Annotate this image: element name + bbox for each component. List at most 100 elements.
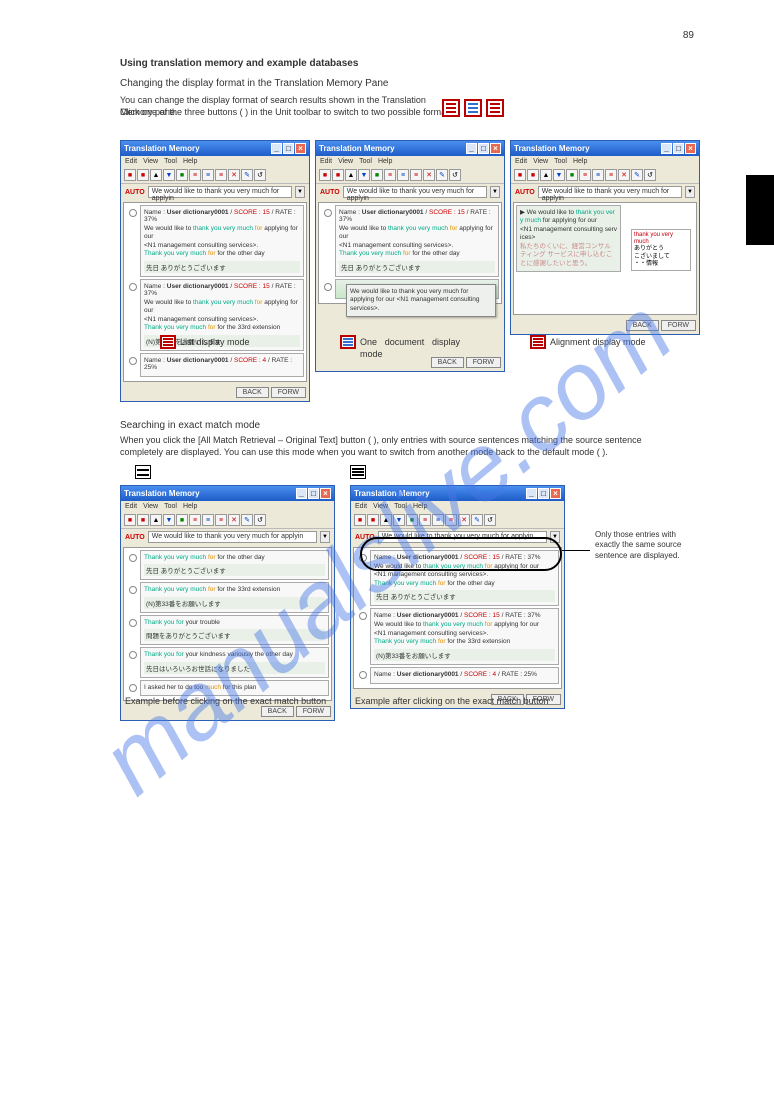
result-entry[interactable]: Thank you very much for for the 33rd ext… xyxy=(140,582,329,612)
back-button[interactable]: BACK xyxy=(236,387,269,398)
caption-one-doc: One document display mode xyxy=(360,336,460,360)
close-button[interactable]: × xyxy=(685,143,696,154)
close-button[interactable]: × xyxy=(550,488,561,499)
menu-help[interactable]: Help xyxy=(183,158,197,165)
result-entry[interactable]: Thank you very much for for the other da… xyxy=(140,550,329,580)
tb-btn[interactable]: ≡ xyxy=(215,169,227,181)
radio-button[interactable] xyxy=(129,209,137,217)
close-button[interactable]: × xyxy=(490,143,501,154)
menu-help[interactable]: Help xyxy=(183,503,197,510)
results-list: Name : User dictionary0001 / SCORE : 15 … xyxy=(353,547,562,689)
radio-button[interactable] xyxy=(129,651,137,659)
tb-btn[interactable]: ≡ xyxy=(189,169,201,181)
menubar: Edit View Tool Help xyxy=(121,156,309,167)
forw-button[interactable]: FORW xyxy=(296,706,331,717)
maximize-button[interactable]: □ xyxy=(308,488,319,499)
radio-button[interactable] xyxy=(129,619,137,627)
menu-edit[interactable]: Edit xyxy=(125,503,137,510)
menu-edit[interactable]: Edit xyxy=(515,158,527,165)
radio-button[interactable] xyxy=(129,357,137,365)
menu-tool[interactable]: Tool xyxy=(394,503,407,510)
menu-tool[interactable]: Tool xyxy=(164,503,177,510)
result-entry[interactable]: Name : User dictionary0001 / SCORE : 15 … xyxy=(370,550,559,606)
section-body-2: When you click the [All Match Retrieval … xyxy=(120,435,680,458)
forw-button[interactable]: FORW xyxy=(466,357,501,368)
auto-input[interactable]: We would like to thank you very much for… xyxy=(148,186,292,198)
maximize-button[interactable]: □ xyxy=(283,143,294,154)
toolbar: ■ ■ ▲ ▼ ■ ≡ ≡ ≡ ✕ ✎ ↺ xyxy=(121,167,309,184)
back-button[interactable]: BACK xyxy=(626,320,659,331)
menu-help[interactable]: Help xyxy=(413,503,427,510)
result-entry[interactable]: Name : User dictionary0001 / SCORE : 4 /… xyxy=(370,667,559,684)
rate-value: 37% xyxy=(144,216,157,223)
tb-btn[interactable]: ≡ xyxy=(202,169,214,181)
radio-button[interactable] xyxy=(359,671,367,679)
menu-view[interactable]: View xyxy=(143,158,158,165)
tb-btn[interactable]: ▲ xyxy=(150,169,162,181)
radio-button[interactable] xyxy=(359,554,367,562)
result-entry[interactable]: Thank you for your trouble 問題をありがとうございます xyxy=(140,615,329,645)
maximize-button[interactable]: □ xyxy=(673,143,684,154)
close-button[interactable]: × xyxy=(320,488,331,499)
result-entry[interactable]: Name : User dictionary0001 / SCORE : 15 … xyxy=(370,608,559,664)
radio-button[interactable] xyxy=(359,612,367,620)
menu-tool[interactable]: Tool xyxy=(164,158,177,165)
list-mode-icon-caption xyxy=(160,335,176,349)
menu-edit[interactable]: Edit xyxy=(125,158,137,165)
menu-view[interactable]: View xyxy=(338,158,353,165)
radio-button[interactable] xyxy=(129,684,137,692)
tm-window-align: Translation Memory _□× Edit View Tool He… xyxy=(510,140,700,335)
dropdown-arrow[interactable]: ▼ xyxy=(295,186,305,198)
page-number: 89 xyxy=(683,30,694,41)
tb-btn[interactable]: ✕ xyxy=(228,169,240,181)
back-button[interactable]: BACK xyxy=(261,706,294,717)
result-entry[interactable]: Name : User dictionary0001 / SCORE : 15 … xyxy=(335,205,499,277)
menu-help[interactable]: Help xyxy=(378,158,392,165)
menu-edit[interactable]: Edit xyxy=(355,503,367,510)
minimize-button[interactable]: _ xyxy=(661,143,672,154)
score-value: 15 xyxy=(263,209,270,216)
window-title: Translation Memory xyxy=(124,144,200,153)
forw-button[interactable]: FORW xyxy=(271,387,306,398)
score-label: SCORE : xyxy=(234,209,261,216)
side-line: こざいまして xyxy=(634,254,688,261)
radio-button[interactable] xyxy=(324,283,332,291)
radio-button[interactable] xyxy=(129,586,137,594)
maximize-button[interactable]: □ xyxy=(538,488,549,499)
minimize-button[interactable]: _ xyxy=(296,488,307,499)
forw-button[interactable]: FORW xyxy=(661,320,696,331)
tb-btn[interactable]: ▼ xyxy=(163,169,175,181)
maximize-button[interactable]: □ xyxy=(478,143,489,154)
result-entry[interactable]: Name : User dictionary0001 / SCORE : 4 /… xyxy=(140,353,304,377)
align-mode-icon[interactable] xyxy=(486,99,504,117)
menu-edit[interactable]: Edit xyxy=(320,158,332,165)
tb-btn[interactable]: ✎ xyxy=(241,169,253,181)
callout-line xyxy=(562,550,590,551)
radio-button[interactable] xyxy=(324,209,332,217)
minimize-button[interactable]: _ xyxy=(271,143,282,154)
align-side-panel: thank you very much ありがとう こざいまして ・・情報 xyxy=(631,229,691,271)
one-doc-mode-icon[interactable] xyxy=(464,99,482,117)
radio-button[interactable] xyxy=(129,554,137,562)
menu-help[interactable]: Help xyxy=(573,158,587,165)
tb-btn[interactable]: ■ xyxy=(176,169,188,181)
chapter-tab xyxy=(746,175,774,245)
result-entry[interactable]: I asked her to do too much for this plan xyxy=(140,680,329,696)
menu-view[interactable]: View xyxy=(533,158,548,165)
tb-btn[interactable]: ■ xyxy=(124,169,136,181)
menu-view[interactable]: View xyxy=(373,503,388,510)
result-entry[interactable]: Name : User dictionary0001 / SCORE : 15 … xyxy=(140,205,304,277)
menu-tool[interactable]: Tool xyxy=(554,158,567,165)
list-mode-icon[interactable] xyxy=(442,99,460,117)
close-button[interactable]: × xyxy=(295,143,306,154)
radio-button[interactable] xyxy=(129,283,137,291)
tb-btn[interactable]: ↺ xyxy=(254,169,266,181)
section-heading-1: Using translation memory and example dat… xyxy=(120,58,358,69)
tb-btn[interactable]: ■ xyxy=(137,169,149,181)
minimize-button[interactable]: _ xyxy=(466,143,477,154)
default-mode-icon xyxy=(350,465,366,479)
menu-view[interactable]: View xyxy=(143,503,158,510)
result-entry[interactable]: Thank you for your kindness variously th… xyxy=(140,647,329,677)
menu-tool[interactable]: Tool xyxy=(359,158,372,165)
minimize-button[interactable]: _ xyxy=(526,488,537,499)
